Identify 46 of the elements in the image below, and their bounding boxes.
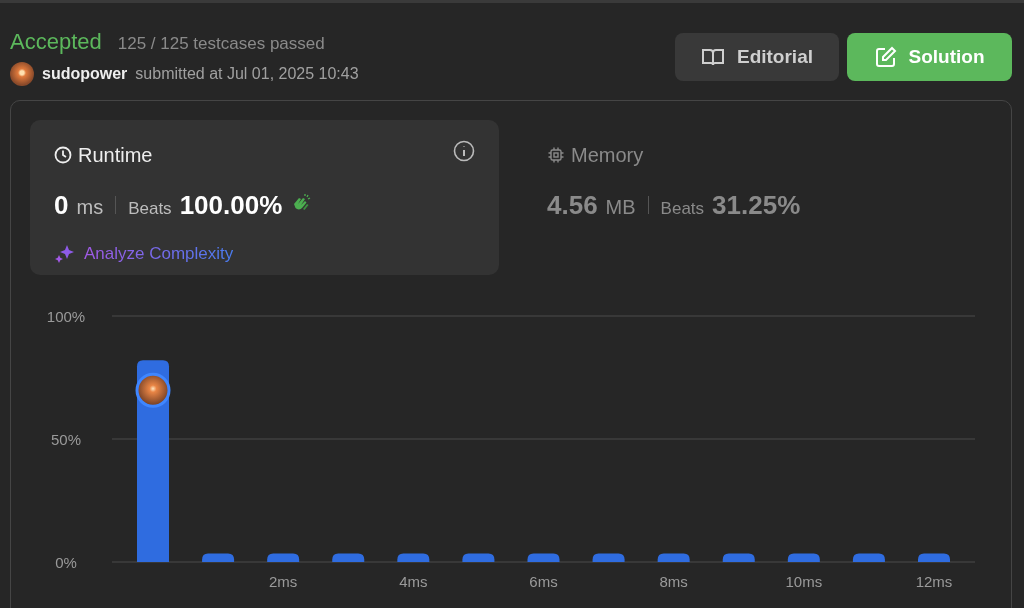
x-tick-label: 4ms	[399, 573, 428, 590]
beats-label: Beats	[660, 198, 705, 220]
metric-value: 0	[54, 189, 69, 222]
beats-label: Beats	[128, 198, 172, 220]
chip-icon	[547, 146, 565, 164]
x-tick-label: 8ms	[659, 573, 688, 590]
metric-title: Memory	[571, 143, 644, 168]
username[interactable]: sudopower	[42, 62, 128, 86]
clock-icon	[54, 146, 72, 164]
status-text: Accepted	[10, 28, 102, 56]
y-tick-label: 100%	[46, 308, 86, 325]
edit-icon	[874, 46, 897, 68]
chart-bar[interactable]	[267, 553, 300, 562]
chart-bar[interactable]	[202, 553, 235, 562]
metric-title: Runtime	[78, 143, 153, 168]
chart-bar[interactable]	[787, 553, 820, 562]
submitted-text: submitted at Jul 01, 2025 10:43	[135, 64, 359, 84]
metric-value: 4.56	[547, 189, 598, 222]
chart-bar[interactable]	[722, 553, 755, 562]
avatar	[10, 62, 34, 86]
info-icon[interactable]	[453, 140, 475, 162]
metric-unit: MB	[605, 195, 636, 220]
y-tick-label: 50%	[51, 431, 81, 448]
chart-bar[interactable]	[527, 553, 560, 562]
testcases-text: 125 / 125 testcases passed	[117, 33, 325, 55]
y-tick-label: 0%	[55, 554, 77, 571]
chart-bar[interactable]	[592, 553, 625, 562]
chart-bar[interactable]	[397, 553, 430, 562]
editorial-button[interactable]: Editorial	[675, 33, 839, 81]
chart-bar[interactable]	[852, 553, 885, 562]
chart-bar[interactable]	[462, 553, 495, 562]
x-tick-label: 6ms	[529, 573, 558, 590]
book-icon	[701, 47, 725, 67]
chart-bar[interactable]	[657, 553, 690, 562]
x-tick-label: 2ms	[269, 573, 298, 590]
metric-unit: ms	[76, 195, 104, 220]
metric-tab[interactable]: Memory 4.56 MB Beats 31.25%	[523, 120, 992, 275]
x-tick-label: 12ms	[915, 573, 953, 590]
runtime-card[interactable]: Runtime 0 ms Beats 100.00% Analyze Complexity	[30, 120, 499, 275]
chart-bar[interactable]	[332, 553, 365, 562]
beats-percent: 100.00%	[179, 189, 283, 222]
chart-bar[interactable]	[918, 553, 950, 562]
avatar-marker	[135, 372, 171, 408]
sparkle-icon	[54, 243, 76, 264]
beats-percent: 31.25%	[712, 189, 801, 222]
x-tick-label: 10ms	[785, 573, 823, 590]
